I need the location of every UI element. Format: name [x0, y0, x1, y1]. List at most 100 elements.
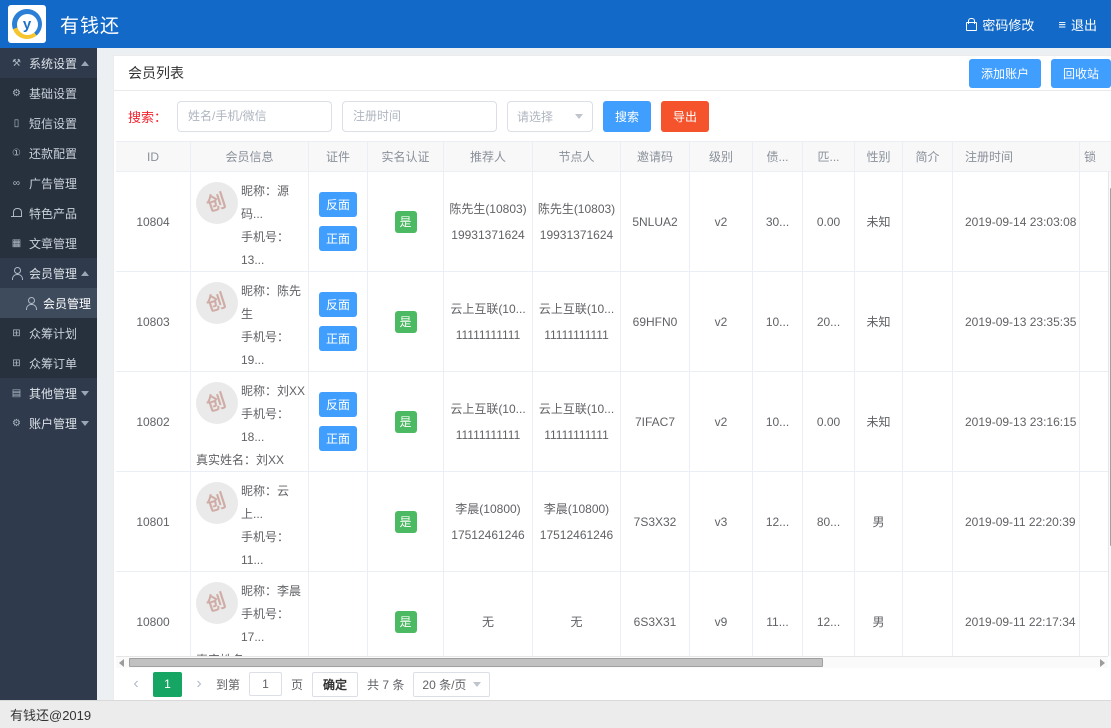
avatar-glyph: 创 — [204, 189, 229, 217]
top-header: y 有钱还 密码修改 ≡ 退出 — [0, 0, 1111, 48]
person-phone: 11111111111 — [450, 322, 525, 348]
sidebar-item-member-management-group[interactable]: 会员管理 — [0, 258, 97, 288]
confirm-page-button[interactable]: 确定 — [312, 672, 358, 697]
cell-debt: 10... — [753, 372, 803, 471]
chevron-down-icon — [575, 114, 583, 119]
column-header-certs: 证件 — [309, 142, 368, 171]
member-nickname: 昵称：陈先生 — [241, 280, 306, 326]
cell-debt: 12... — [753, 472, 803, 571]
infinity-icon: ∞ — [13, 178, 20, 189]
cell-register-time: 2019-09-11 22:17:34 — [953, 572, 1080, 668]
page-title: 会员列表 — [128, 63, 184, 83]
jump-suffix-label: 页 — [291, 676, 303, 693]
search-name-input[interactable] — [177, 101, 332, 132]
scroll-right-icon[interactable] — [1100, 659, 1105, 667]
squares-icon: ⊞ — [10, 328, 23, 339]
sidebar-item-system-settings[interactable]: ⚒系统设置 — [0, 48, 97, 78]
chevron-down-icon — [81, 391, 89, 396]
member-nickname: 昵称：李晨 — [241, 580, 306, 603]
sidebar-item-crowdfund-orders[interactable]: ⊞众筹订单 — [0, 348, 97, 378]
cell-debt: 10... — [753, 272, 803, 371]
sidebar-item-label: 会员管理 — [43, 295, 91, 312]
current-page-button[interactable]: 1 — [153, 672, 182, 697]
sidebar-item-ad-management[interactable]: ∞广告管理 — [0, 168, 97, 198]
next-page-button[interactable]: › — [191, 675, 207, 693]
verified-badge: 是 — [395, 311, 417, 333]
doc-icon: ▤ — [12, 388, 21, 399]
sidebar-item-member-management[interactable]: 会员管理 — [0, 288, 97, 318]
scroll-left-icon[interactable] — [119, 659, 124, 667]
horizontal-scrollbar[interactable] — [116, 656, 1108, 668]
cert-back-button[interactable]: 反面 — [319, 392, 357, 417]
cert-back-button[interactable]: 反面 — [319, 192, 357, 217]
recycle-bin-button[interactable]: 回收站 — [1051, 59, 1111, 88]
cell-member-info: 创昵称：源码...手机号：13...真实姓名：123身份证号：332525... — [191, 172, 309, 271]
sidebar-item-sms-settings[interactable]: ▯短信设置 — [0, 108, 97, 138]
filter-select[interactable]: 请选择 — [507, 101, 593, 132]
cell-gender: 男 — [855, 572, 903, 668]
column-header-info: 会员信息 — [191, 142, 309, 171]
add-account-button[interactable]: 添加账户 — [969, 59, 1041, 88]
cell-referrer: 云上互联(10...11111111111 — [444, 372, 533, 471]
search-button[interactable]: 搜索 — [603, 101, 651, 132]
cell-node: 李晨(10800)17512461246 — [533, 472, 621, 571]
column-header-match: 匹... — [803, 142, 855, 171]
person-name: 无 — [482, 609, 494, 635]
logout-button[interactable]: ≡ 退出 — [1058, 15, 1097, 34]
person-name: 李晨(10800) — [451, 496, 524, 522]
cell-referrer: 云上互联(10...11111111111 — [444, 272, 533, 371]
sidebar: ⚒系统设置⚙基础设置▯短信设置①还款配置∞广告管理特色产品▦文章管理会员管理会员… — [0, 48, 97, 700]
page-size-value: 20 条/页 — [422, 676, 466, 693]
cert-front-button[interactable]: 正面 — [319, 326, 357, 351]
avatar: 创 — [196, 182, 238, 224]
sidebar-item-article-management[interactable]: ▦文章管理 — [0, 228, 97, 258]
cell-verified: 是 — [368, 172, 444, 271]
sidebar-item-account-management[interactable]: ⚙账户管理 — [0, 408, 97, 438]
column-header-intro: 简介 — [903, 142, 953, 171]
sidebar-item-label: 文章管理 — [29, 235, 77, 252]
cell-level: v3 — [690, 472, 753, 571]
chevron-up-icon — [81, 61, 89, 66]
cell-debt: 11... — [753, 572, 803, 668]
change-password-button[interactable]: 密码修改 — [965, 15, 1034, 34]
column-header-debt: 债... — [753, 142, 803, 171]
cert-front-button[interactable]: 正面 — [319, 226, 357, 251]
infinity-icon: ∞ — [10, 178, 23, 189]
avatar: 创 — [196, 282, 238, 324]
cell-invite: 7S3X32 — [621, 472, 690, 571]
cell-register-time: 2019-09-13 23:16:15 — [953, 372, 1080, 471]
page-jump-input[interactable] — [249, 672, 282, 696]
cell-lock — [1080, 472, 1111, 571]
horizontal-scrollbar-thumb[interactable] — [129, 658, 823, 667]
page-size-select[interactable]: 20 条/页 — [413, 672, 490, 697]
sidebar-item-basic-settings[interactable]: ⚙基础设置 — [0, 78, 97, 108]
member-nickname: 昵称：云上... — [241, 480, 306, 526]
sidebar-item-label: 短信设置 — [29, 115, 77, 132]
cell-node: 云上互联(10...11111111111 — [533, 272, 621, 371]
sidebar-item-other-management[interactable]: ▤其他管理 — [0, 378, 97, 408]
cert-back-button[interactable]: 反面 — [319, 292, 357, 317]
sidebar-item-crowdfund-plan[interactable]: ⊞众筹计划 — [0, 318, 97, 348]
sidebar-item-label: 会员管理 — [29, 265, 77, 282]
column-header-referrer: 推荐人 — [444, 142, 533, 171]
avatar: 创 — [196, 382, 238, 424]
sidebar-item-featured-products[interactable]: 特色产品 — [0, 198, 97, 228]
person-name: 云上互联(10... — [539, 396, 614, 422]
cell-intro — [903, 572, 953, 668]
cell-match: 12... — [803, 572, 855, 668]
cell-intro — [903, 472, 953, 571]
prev-page-button[interactable]: ‹ — [128, 675, 144, 693]
person-icon — [10, 267, 23, 279]
cert-front-button[interactable]: 正面 — [319, 426, 357, 451]
search-label: 搜索： — [128, 107, 167, 126]
sidebar-item-repayment-config[interactable]: ①还款配置 — [0, 138, 97, 168]
cell-lock — [1080, 172, 1111, 271]
chevron-up-icon — [81, 271, 89, 276]
table-row: 10804创昵称：源码...手机号：13...真实姓名：123身份证号：3325… — [116, 172, 1111, 272]
sidebar-item-label: 特色产品 — [29, 205, 77, 222]
register-time-input[interactable] — [342, 101, 497, 132]
column-header-gender: 性别 — [855, 142, 903, 171]
person-name: 云上互联(10... — [450, 296, 525, 322]
export-button[interactable]: 导出 — [661, 101, 709, 132]
cell-level: v2 — [690, 372, 753, 471]
